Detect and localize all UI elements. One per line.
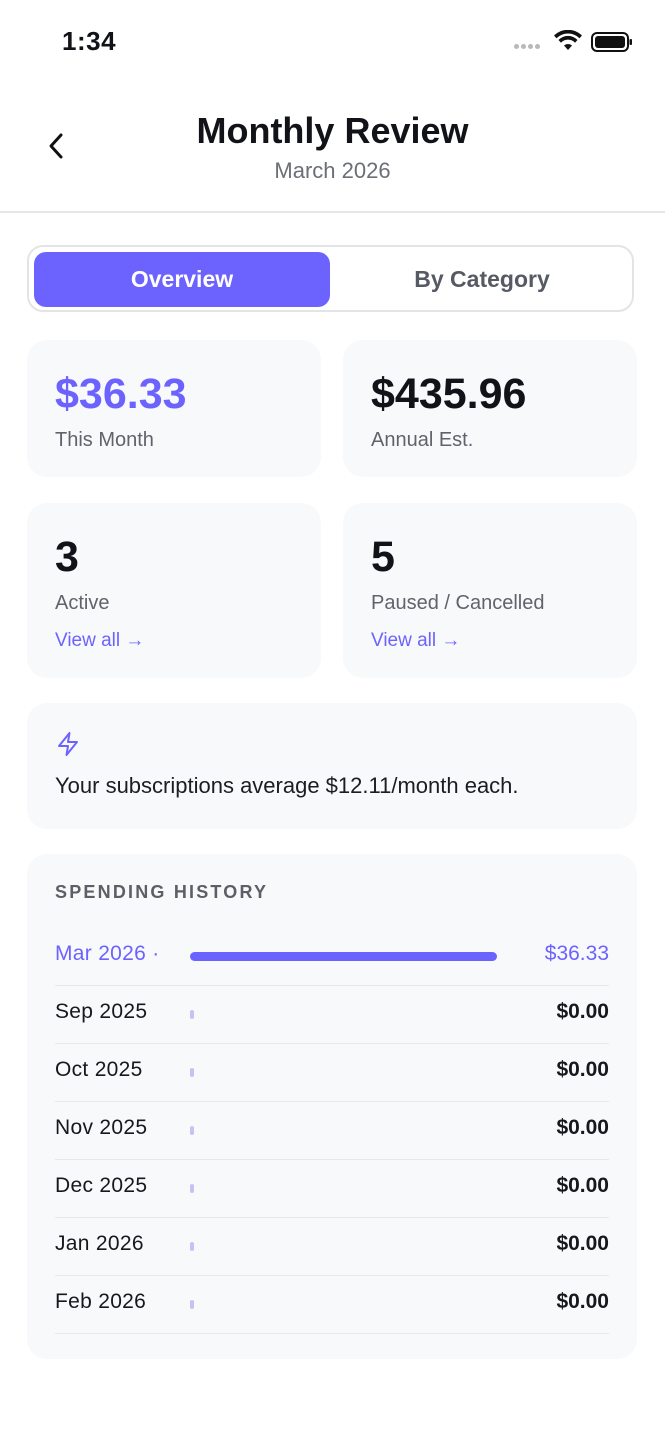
history-row: Feb 2026 $0.00 (55, 1275, 609, 1334)
history-bar-track (190, 1300, 530, 1309)
history-month-label: Jan 2026 (55, 1232, 144, 1255)
history-bar-track (190, 1126, 530, 1135)
history-row: Mar 2026 · $36.33 (55, 927, 609, 986)
paused-card: 5 Paused / Cancelled View all → (343, 503, 637, 678)
history-bar (190, 952, 497, 961)
history-bar (190, 1068, 194, 1077)
spending-history-card: SPENDING HISTORY Mar 2026 · $36.33 Sep 202… (27, 854, 637, 1359)
paused-label: Paused / Cancelled (371, 592, 545, 614)
status-bar: 1:34 (0, 0, 665, 84)
active-card: 3 Active View all → (27, 503, 321, 678)
history-bar (190, 1010, 194, 1019)
history-month-label: Dec 2025 (55, 1174, 148, 1197)
view-all-active-link[interactable]: View all → (55, 630, 144, 652)
active-count: 3 (55, 533, 79, 581)
tab-overview[interactable]: Overview (34, 252, 330, 307)
history-month-label: Oct 2025 (55, 1058, 143, 1081)
history-amount: $0.00 (556, 1058, 609, 1081)
history-amount: $36.33 (544, 942, 609, 965)
history-amount: $0.00 (556, 1000, 609, 1023)
header: Monthly Review March 2026 (0, 84, 665, 213)
tab-by-category[interactable]: By Category (334, 252, 630, 307)
spending-history-heading: SPENDING HISTORY (55, 882, 269, 902)
annual-estimate-label: Annual Est. (371, 429, 474, 451)
signal-icon (514, 44, 546, 50)
history-bar (190, 1300, 194, 1309)
page-subtitle: March 2026 (274, 158, 391, 183)
wifi-icon (554, 30, 582, 50)
insight-text: Your subscriptions average $12.11/month … (55, 773, 519, 798)
history-month-label: Nov 2025 (55, 1116, 148, 1139)
history-bar-track (190, 1068, 530, 1077)
history-row: Oct 2025 $0.00 (55, 1043, 609, 1102)
history-bar-track (190, 1242, 530, 1251)
history-month-label: Feb 2026 (55, 1290, 147, 1313)
history-amount: $0.00 (556, 1232, 609, 1255)
paused-count: 5 (371, 533, 395, 581)
battery-icon (591, 32, 632, 52)
annual-estimate-value: $435.96 (371, 370, 527, 418)
this-month-card: $36.33 This Month (27, 340, 321, 477)
history-bar (190, 1184, 194, 1193)
view-all-paused-link[interactable]: View all → (371, 630, 460, 652)
history-month-label: Sep 2025 (55, 1000, 148, 1023)
history-row: Sep 2025 $0.00 (55, 985, 609, 1044)
history-row: Dec 2025 $0.00 (55, 1159, 609, 1218)
history-bar-track (190, 1010, 530, 1019)
insight-card: Your subscriptions average $12.11/month … (27, 703, 637, 829)
page-title: Monthly Review (196, 110, 469, 151)
status-time: 1:34 (62, 26, 117, 56)
history-month-label: Mar 2026 · (55, 942, 160, 965)
history-amount: $0.00 (556, 1116, 609, 1139)
history-bar-track (190, 952, 530, 961)
bolt-icon (58, 732, 78, 756)
history-bar-track (190, 1184, 530, 1193)
history-row: Nov 2025 $0.00 (55, 1101, 609, 1160)
active-label: Active (55, 592, 110, 614)
history-bar (190, 1242, 194, 1251)
history-row: Jan 2026 $0.00 (55, 1217, 609, 1276)
history-bar (190, 1126, 194, 1135)
history-amount: $0.00 (556, 1174, 609, 1197)
history-amount: $0.00 (556, 1290, 609, 1313)
annual-estimate-card: $435.96 Annual Est. (343, 340, 637, 477)
this-month-value: $36.33 (55, 370, 187, 418)
this-month-label: This Month (55, 429, 154, 451)
view-tabs: Overview By Category (27, 245, 634, 312)
